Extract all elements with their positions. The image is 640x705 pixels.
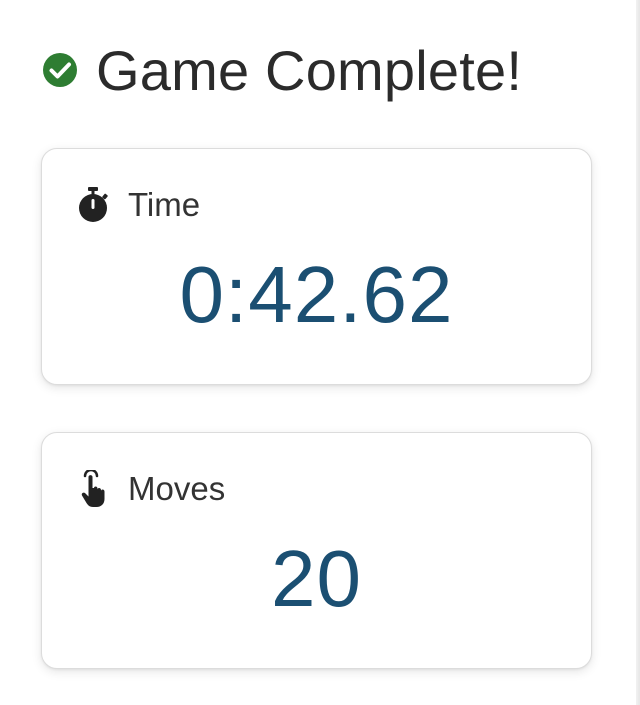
moves-label-row: Moves	[76, 468, 226, 509]
tap-hand-icon	[76, 468, 110, 508]
moves-label: Moves	[128, 470, 226, 507]
time-value: 0:42.62	[179, 250, 454, 339]
time-label: Time	[128, 186, 201, 223]
moves-value: 20	[271, 534, 362, 623]
page-title: Game Complete!	[96, 38, 523, 102]
moves-card: Moves 20	[41, 432, 592, 669]
header: Game Complete!	[42, 30, 522, 110]
time-label-row: Time	[76, 185, 200, 225]
game-complete-panel: Game Complete! Time 0:42.62 Moves 20	[0, 0, 640, 705]
time-card: Time 0:42.62	[41, 148, 592, 385]
stopwatch-icon	[76, 186, 110, 224]
scrollbar-edge	[636, 0, 640, 705]
check-circle-icon	[42, 52, 78, 88]
